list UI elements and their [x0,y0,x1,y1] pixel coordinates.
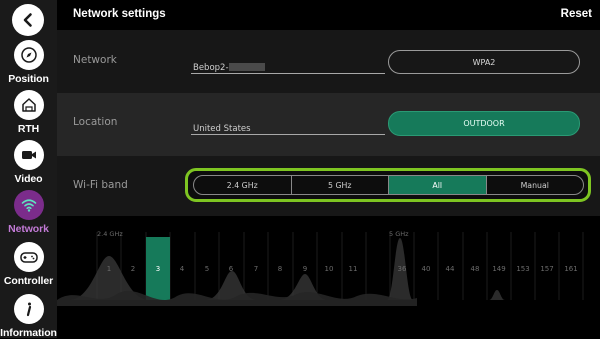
channel-label-selected[interactable]: 3 [156,265,160,273]
channel-label[interactable]: 8 [278,265,282,273]
page-title: Network settings [73,8,166,20]
header: Network settings Reset [57,0,600,30]
network-name-field[interactable]: Bebop2- [193,63,265,73]
sidebar: Position RTH Video Network Controller In… [0,0,57,339]
sidebar-item-network[interactable]: Network [0,190,57,235]
back-button[interactable] [12,4,44,36]
compass-icon [20,47,37,63]
wifi-band-label: Wi-Fi band [73,179,128,191]
network-row: Network Bebop2- WPA2 [57,30,600,93]
info-icon [26,302,31,317]
chevron-left-icon [23,13,32,27]
network-name-value: Bebop2- [193,63,229,73]
redacted-block [228,63,265,71]
channel-label[interactable]: 7 [254,265,258,273]
network-label: Network [73,54,117,66]
wifi-icon [21,199,36,212]
location-label: Location [73,116,118,128]
location-underline [191,134,385,135]
sidebar-item-information[interactable]: Information [0,294,57,339]
wifi-band-row: Wi-Fi band 2.4 GHz 5 GHz All Manual [57,156,600,216]
channel-label[interactable]: 157 [540,265,553,273]
sidebar-item-rth[interactable]: RTH [0,90,57,135]
video-camera-icon [21,151,36,159]
channel-label[interactable]: 2 [131,265,135,273]
reset-button[interactable]: Reset [561,8,592,20]
outdoor-label: OUTDOOR [463,119,505,128]
channel-spectrum: 2.4 GHz 5 GHz 1 2 3 4 5 6 7 8 9 10 11 36… [57,216,600,338]
band-option-manual[interactable]: Manual [487,176,584,194]
band-option-all[interactable]: All [389,176,487,194]
channel-label[interactable]: 1 [107,265,111,273]
channel-label[interactable]: 153 [516,265,529,273]
sidebar-item-label: Controller [3,275,54,287]
sidebar-item-label: Information [0,327,57,339]
band-5-caption: 5 GHz [389,230,409,238]
channel-label[interactable]: 161 [564,265,577,273]
network-underline [191,73,385,74]
sidebar-item-label: RTH [17,123,40,135]
sidebar-item-label: Network [8,223,49,235]
sidebar-item-video[interactable]: Video [0,140,57,185]
sidebar-item-label: Position [8,73,49,85]
home-icon [21,98,36,112]
channel-label[interactable]: 44 [446,265,455,273]
channel-label[interactable]: 10 [325,265,334,273]
channel-label[interactable]: 149 [492,265,505,273]
channel-label[interactable]: 6 [229,265,233,273]
gamepad-icon [19,252,38,263]
spectrum-graph [57,232,584,306]
location-row: Location United States OUTDOOR [57,93,600,156]
band-option-5ghz[interactable]: 5 GHz [292,176,389,194]
channel-label[interactable]: 9 [303,265,307,273]
location-value[interactable]: United States [193,124,251,134]
band-option-2-4ghz[interactable]: 2.4 GHz [194,176,292,194]
channel-label[interactable]: 5 [205,265,209,273]
sidebar-item-label: Video [14,173,43,185]
channel-label[interactable]: 11 [349,265,358,273]
main-panel: Network settings Reset Network Bebop2- W… [57,0,600,338]
channel-label[interactable]: 36 [398,265,407,273]
security-label: WPA2 [472,57,496,67]
wifi-band-highlight: 2.4 GHz 5 GHz All Manual [185,168,591,202]
channel-label[interactable]: 40 [422,265,431,273]
band-24-caption: 2.4 GHz [97,230,123,238]
wifi-band-selector: 2.4 GHz 5 GHz All Manual [193,175,584,195]
outdoor-button[interactable]: OUTDOOR [388,111,580,136]
security-button[interactable]: WPA2 [388,50,580,74]
channel-label[interactable]: 4 [180,265,184,273]
sidebar-item-controller[interactable]: Controller [0,242,57,287]
channel-label[interactable]: 48 [471,265,480,273]
sidebar-item-position[interactable]: Position [0,40,57,85]
